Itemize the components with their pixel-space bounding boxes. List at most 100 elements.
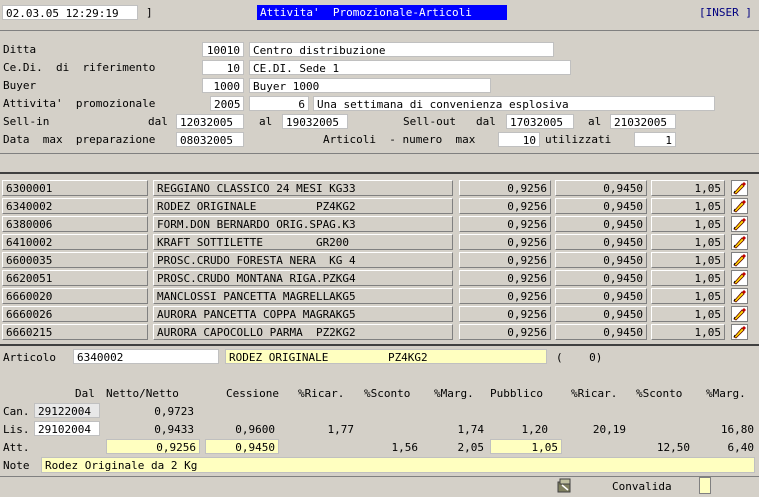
edit-icon[interactable] (731, 324, 748, 340)
cell-netto[interactable]: 0,9256 (459, 198, 551, 214)
cell-pubblico[interactable]: 1,05 (651, 288, 725, 304)
sellin-to-field[interactable]: 19032005 (282, 114, 348, 129)
form-divider (0, 153, 759, 154)
cell-description[interactable]: FORM.DON BERNARDO ORIG.SPAG.K3 (153, 216, 453, 232)
datamax-label: Data max preparazione (3, 133, 156, 146)
cedi-code-field[interactable]: 10 (202, 60, 244, 75)
edit-icon[interactable] (731, 306, 748, 322)
cell-code[interactable]: 6600035 (2, 252, 148, 268)
cell-pubblico[interactable]: 1,05 (651, 216, 725, 232)
cell-pubblico[interactable]: 1,05 (651, 306, 725, 322)
att-netto-field[interactable]: 0,9256 (106, 439, 200, 454)
articoli-max-field[interactable]: 10 (498, 132, 540, 147)
datamax-field[interactable]: 08032005 (176, 132, 244, 147)
utilizzati-label: utilizzati (545, 133, 612, 146)
buyer-name-field[interactable]: Buyer 1000 (249, 78, 491, 93)
cell-code[interactable]: 6340002 (2, 198, 148, 214)
cedi-name-field[interactable]: CE.DI. Sede 1 (249, 60, 571, 75)
att-marg1-value: 2,05 (457, 441, 485, 454)
convalida-checkbox[interactable] (699, 477, 711, 494)
cell-cessione[interactable]: 0,9450 (555, 180, 647, 196)
sellout-from-field[interactable]: 17032005 (506, 114, 574, 129)
cell-description[interactable]: PROSC.CRUDO MONTANA RIGA.PZKG4 (153, 270, 453, 286)
toolbar-tool-icon[interactable] (556, 477, 574, 494)
att-cessione-field[interactable]: 0,9450 (205, 439, 279, 454)
edit-icon[interactable] (731, 198, 748, 214)
table-row[interactable]: 6410002 KRAFT SOTTILETTE GR200 0,9256 0,945… (0, 233, 759, 251)
edit-icon[interactable] (731, 252, 748, 268)
cell-description[interactable]: AURORA PANCETTA COPPA MAGRAKG5 (153, 306, 453, 322)
table-row[interactable]: 6660020 MANCLOSSI PANCETTA MAGRELLAKG5 0,9… (0, 287, 759, 305)
cell-cessione[interactable]: 0,9450 (555, 288, 647, 304)
cell-netto[interactable]: 0,9256 (459, 234, 551, 250)
table-row[interactable]: 6620051 PROSC.CRUDO MONTANA RIGA.PZKG4 0,9… (0, 269, 759, 287)
can-netto-value: 0,9723 (154, 405, 194, 418)
articolo-desc-field: RODEZ ORIGINALE PZ4KG2 (225, 349, 547, 364)
cell-netto[interactable]: 0,9256 (459, 180, 551, 196)
cell-pubblico[interactable]: 1,05 (651, 252, 725, 268)
cell-netto[interactable]: 0,9256 (459, 216, 551, 232)
col-header-ricar1: %Ricar. (298, 387, 345, 400)
cell-cessione[interactable]: 0,9450 (555, 252, 647, 268)
sellout-to-field[interactable]: 21032005 (610, 114, 676, 129)
header-bar: 02.03.05 12:29:19 ] Attivita' Promoziona… (0, 0, 759, 30)
articolo-code-field[interactable]: 6340002 (73, 349, 219, 364)
cell-description[interactable]: KRAFT SOTTILETTE GR200 (153, 234, 453, 250)
cell-cessione[interactable]: 0,9450 (555, 216, 647, 232)
sellin-from-field[interactable]: 12032005 (176, 114, 244, 129)
cell-netto[interactable]: 0,9256 (459, 252, 551, 268)
cell-code[interactable]: 6380006 (2, 216, 148, 232)
cell-description[interactable]: PROSC.CRUDO FORESTA NERA KG 4 (153, 252, 453, 268)
cell-code[interactable]: 6410002 (2, 234, 148, 250)
lis-dal-field: 29102004 (34, 421, 100, 436)
table-row[interactable]: 6660026 AURORA PANCETTA COPPA MAGRAKG5 0,9… (0, 305, 759, 323)
note-field[interactable]: Rodez Originale da 2 Kg (41, 457, 755, 473)
cell-code[interactable]: 6660020 (2, 288, 148, 304)
attivita-num-field[interactable]: 6 (249, 96, 309, 111)
edit-icon[interactable] (731, 288, 748, 304)
cell-code[interactable]: 6620051 (2, 270, 148, 286)
table-row[interactable]: 6660215 AURORA CAPOCOLLO PARMA PZ2KG2 0,92… (0, 323, 759, 341)
ditta-code-field[interactable]: 10010 (202, 42, 244, 57)
table-row[interactable]: 6600035 PROSC.CRUDO FORESTA NERA KG 4 0,92… (0, 251, 759, 269)
cell-code[interactable]: 6660026 (2, 306, 148, 322)
cell-cessione[interactable]: 0,9450 (555, 198, 647, 214)
articles-grid: 6300001 REGGIANO CLASSICO 24 MESI KG33 0,9… (0, 177, 759, 343)
edit-icon[interactable] (731, 180, 748, 196)
cell-description[interactable]: MANCLOSSI PANCETTA MAGRELLAKG5 (153, 288, 453, 304)
cell-pubblico[interactable]: 1,05 (651, 324, 725, 340)
cell-netto[interactable]: 0,9256 (459, 324, 551, 340)
cell-description[interactable]: AURORA CAPOCOLLO PARMA PZ2KG2 (153, 324, 453, 340)
table-row[interactable]: 6340002 RODEZ ORIGINALE PZ4KG2 0,9256 0,945… (0, 197, 759, 215)
ditta-name-field[interactable]: Centro distribuzione (249, 42, 554, 57)
cell-pubblico[interactable]: 1,05 (651, 270, 725, 286)
attivita-desc-field[interactable]: Una settimana di convenienza esplosiva (313, 96, 715, 111)
cell-pubblico[interactable]: 1,05 (651, 180, 725, 196)
cell-code[interactable]: 6300001 (2, 180, 148, 196)
attivita-year-field[interactable]: 2005 (210, 96, 244, 111)
att-sconto1-value: 1,56 (391, 441, 419, 454)
cell-code[interactable]: 6660215 (2, 324, 148, 340)
cell-netto[interactable]: 0,9256 (459, 306, 551, 322)
table-row[interactable]: 6380006 FORM.DON BERNARDO ORIG.SPAG.K3 0,9… (0, 215, 759, 233)
cell-netto[interactable]: 0,9256 (459, 288, 551, 304)
buyer-code-field[interactable]: 1000 (202, 78, 244, 93)
lis-pubblico-value: 1,20 (521, 423, 549, 436)
table-row[interactable]: 6300001 REGGIANO CLASSICO 24 MESI KG33 0,9… (0, 179, 759, 197)
col-header-marg2: %Marg. (706, 387, 746, 400)
cell-cessione[interactable]: 0,9450 (555, 306, 647, 322)
cell-pubblico[interactable]: 1,05 (651, 234, 725, 250)
cell-description[interactable]: REGGIANO CLASSICO 24 MESI KG33 (153, 180, 453, 196)
cell-description[interactable]: RODEZ ORIGINALE PZ4KG2 (153, 198, 453, 214)
cell-cessione[interactable]: 0,9450 (555, 324, 647, 340)
cell-netto[interactable]: 0,9256 (459, 270, 551, 286)
lis-ricar1-value: 1,77 (327, 423, 355, 436)
cell-cessione[interactable]: 0,9450 (555, 234, 647, 250)
cell-cessione[interactable]: 0,9450 (555, 270, 647, 286)
cell-pubblico[interactable]: 1,05 (651, 198, 725, 214)
att-pubblico-field[interactable]: 1,05 (490, 439, 562, 454)
edit-icon[interactable] (731, 234, 748, 250)
grid-top-border (0, 172, 759, 174)
edit-icon[interactable] (731, 216, 748, 232)
edit-icon[interactable] (731, 270, 748, 286)
